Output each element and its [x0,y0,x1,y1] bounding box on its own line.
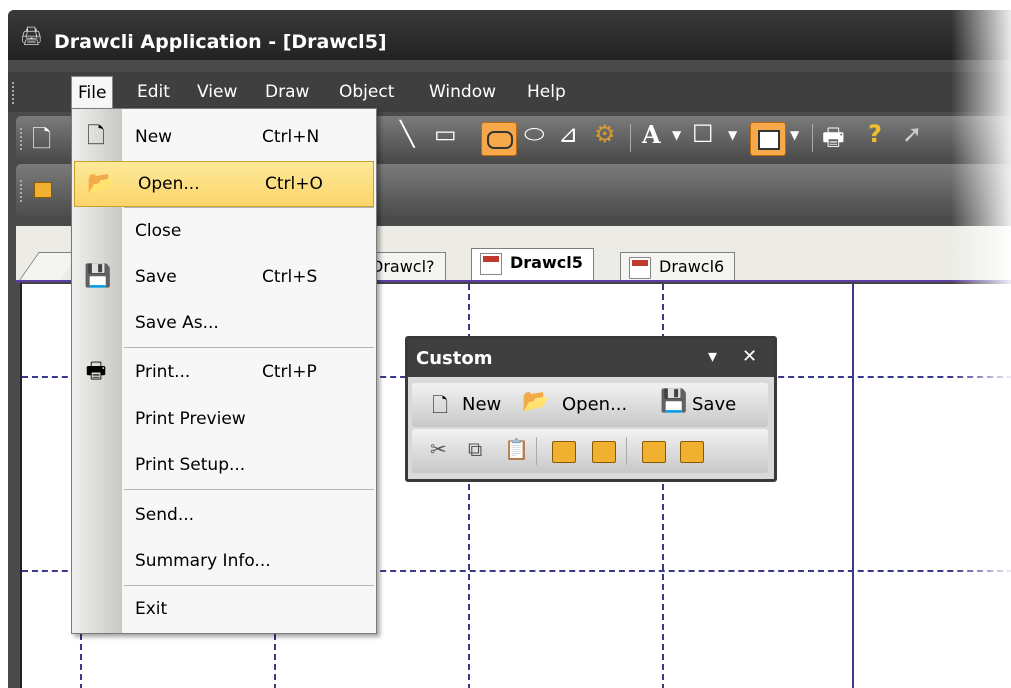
bring-to-front-icon[interactable] [642,441,666,463]
bring-forward-icon[interactable] [34,182,52,198]
menu-item-shortcut: Ctrl+N [262,127,320,147]
menu-item-label: Print Preview [135,409,246,429]
toolbar-options-dropdown[interactable]: ▾ [708,346,717,367]
toolbar-separator [626,437,627,465]
chevron-down-icon[interactable]: ▼ [790,128,799,142]
copy-icon[interactable]: ⧉ [468,437,482,461]
menu-window[interactable]: Window [429,82,496,102]
new-icon: 🗋 [432,393,449,417]
print-icon[interactable]: 🖶 [822,120,845,161]
arrange-icon [758,130,780,150]
custom-floating-toolbar[interactable]: Custom ▾ ✕ 🗋 New 📂 Open... 💾 Save ✂ ⧉ 📋 [405,336,777,482]
menu-item-save[interactable]: 💾 Save Ctrl+S [72,255,376,299]
send-backward-icon[interactable] [592,441,616,463]
tab-label: Drawcl6 [659,257,725,276]
tab-drawcl5[interactable]: Drawcl5 [471,248,594,284]
ole-object-icon[interactable]: ⚙ [594,120,616,148]
menu-item-print-preview[interactable]: Print Preview [72,397,376,441]
help-icon[interactable]: ? [868,120,882,148]
custom-toolbar-title: Custom [416,348,493,369]
toolbar-separator [812,124,813,152]
menu-item-label: Print Setup... [135,455,246,475]
custom-toolbar-row-edit: ✂ ⧉ 📋 [412,429,768,473]
open-folder-icon: 📂 [522,389,550,414]
chevron-down-icon[interactable]: ▼ [728,128,737,142]
cut-icon[interactable]: ✂ [430,437,447,461]
menu-item-save-as[interactable]: Save As... [72,301,376,345]
round-rect-tool-button[interactable] [481,122,517,156]
menu-item-shortcut: Ctrl+S [262,267,318,287]
menu-separator [124,585,374,586]
menu-item-close[interactable]: Close [72,209,376,253]
custom-save-button[interactable]: Save [692,394,736,415]
menu-object[interactable]: Object [339,82,394,102]
menu-item-open[interactable]: 📂 Open... Ctrl+O [74,161,374,207]
paste-icon[interactable]: 📋 [504,437,529,461]
close-icon[interactable]: ✕ [742,346,757,367]
save-disk-icon: 💾 [84,264,112,289]
tab-label: Drawcl? [371,257,435,276]
new-icon[interactable]: 🗋 [32,122,51,163]
save-disk-icon: 💾 [660,389,688,414]
custom-open-button[interactable]: Open... [562,394,627,415]
menu-item-label: New [135,127,173,147]
menu-bar: File Edit View Draw Object Window Help [8,72,1011,112]
menu-file[interactable]: File [71,76,114,111]
menu-item-label: Summary Info... [135,551,271,571]
open-folder-icon: 📂 [87,171,115,196]
menu-item-shortcut: Ctrl+O [265,174,323,194]
custom-toolbar-row-file: 🗋 New 📂 Open... 💾 Save [412,383,768,427]
file-menu-dropdown: 🗋 New Ctrl+N 📂 Open... Ctrl+O Close 💾 Sa… [71,108,377,634]
document-icon [480,253,502,275]
menu-item-label: Exit [135,599,168,619]
menu-item-label: Save As... [135,313,219,333]
line-tool-icon[interactable]: ╲ [400,120,414,148]
menu-draw[interactable]: Draw [265,82,309,102]
polygon-tool-icon[interactable]: ⊿ [558,120,578,148]
menu-grip[interactable] [12,82,18,104]
menu-view[interactable]: View [197,82,237,102]
menu-item-shortcut: Ctrl+P [262,362,317,382]
arrange-button[interactable] [750,122,786,156]
menu-item-label: Open... [138,174,200,194]
menu-item-label: Send... [135,505,195,525]
menu-item-label: Close [135,221,182,241]
printer-icon: 🖶 [85,359,107,384]
menu-item-exit[interactable]: Exit [72,587,376,631]
menu-item-label: Save [135,267,177,287]
app-icon: 🖨 [20,26,43,47]
menu-item-new[interactable]: 🗋 New Ctrl+N [72,115,376,159]
page-border [852,284,854,688]
menu-edit[interactable]: Edit [137,82,170,102]
menu-item-label: Print... [135,362,191,382]
rounded-rectangle-icon [487,131,513,149]
menu-item-print-setup[interactable]: Print Setup... [72,443,376,487]
line-color-icon[interactable]: ☐ [692,120,714,148]
tab-label: Drawcl5 [510,253,583,272]
menu-separator [124,207,374,208]
document-icon [629,257,651,279]
new-file-icon: 🗋 [87,124,105,149]
window-title: Drawcli Application - [Drawcl5] [54,31,387,53]
bring-forward-icon[interactable] [552,441,576,463]
menu-separator [124,489,374,490]
toolbar-grip[interactable] [20,180,26,202]
menu-help[interactable]: Help [527,82,566,102]
toolbar-separator [630,124,631,152]
custom-new-button[interactable]: New [462,394,501,415]
menu-item-print[interactable]: 🖶 Print... Ctrl+P [72,350,376,394]
menu-separator [124,347,374,348]
ellipse-tool-icon[interactable]: ⬭ [524,120,545,148]
title-bar: 🖨 Drawcli Application - [Drawcl5] [8,10,1011,60]
rectangle-tool-icon[interactable]: ▭ [434,120,457,148]
text-color-icon[interactable]: A [642,120,661,149]
menu-item-summary-info[interactable]: Summary Info... [72,539,376,583]
custom-toolbar-titlebar[interactable]: Custom ▾ ✕ [408,339,774,377]
toolbar-separator [536,437,537,465]
menu-item-send[interactable]: Send... [72,493,376,537]
toolbar-grip[interactable] [20,128,26,150]
chevron-down-icon[interactable]: ▼ [672,128,681,142]
send-to-back-icon[interactable] [680,441,704,463]
pointer-icon[interactable]: ➚ [902,120,922,148]
